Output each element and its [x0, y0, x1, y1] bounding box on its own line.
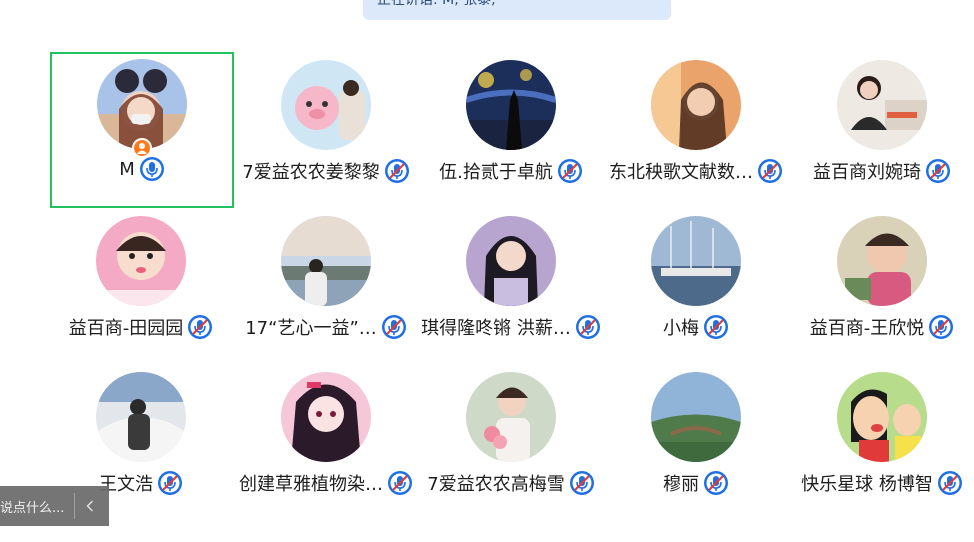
participant-name: 快乐星球 杨博智 — [801, 474, 933, 495]
chat-divider — [74, 493, 75, 519]
host-badge-icon — [132, 138, 152, 158]
participant-tile[interactable]: 7爱益农农姜黎黎 — [234, 54, 418, 210]
avatar — [96, 372, 186, 462]
participant-tile[interactable]: 小梅 — [604, 210, 788, 366]
avatar — [651, 372, 741, 462]
participant-tile[interactable]: 东北秧歌文献数… — [604, 54, 788, 210]
participant-tile[interactable]: 益百商-田园园 — [49, 210, 233, 366]
microphone-muted-icon[interactable] — [187, 314, 213, 340]
participant-tile[interactable]: 17“艺心一益”… — [234, 210, 418, 366]
avatar — [96, 216, 186, 306]
avatar — [837, 372, 927, 462]
participant-name: 7爱益农农高梅雪 — [427, 474, 565, 495]
chat-input[interactable]: 说点什么... — [0, 497, 72, 516]
microphone-muted-icon[interactable] — [757, 158, 783, 184]
avatar — [466, 216, 556, 306]
avatar — [837, 216, 927, 306]
participant-name: 琪得隆咚锵 洪薪… — [421, 318, 571, 339]
participant-name: 伍.拾贰于卓航 — [439, 162, 553, 183]
participant-tile[interactable]: 益百商-王欣悦 — [790, 210, 974, 366]
microphone-muted-icon[interactable] — [925, 158, 951, 184]
participant-tile[interactable]: 穆丽 — [604, 366, 788, 522]
microphone-muted-icon[interactable] — [937, 470, 963, 496]
participant-tile[interactable]: 伍.拾贰于卓航 — [419, 54, 603, 210]
participant-name: 益百商刘婉琦 — [813, 162, 921, 183]
microphone-muted-icon[interactable] — [157, 470, 183, 496]
avatar — [466, 60, 556, 150]
avatar — [651, 216, 741, 306]
microphone-muted-icon[interactable] — [703, 314, 729, 340]
microphone-muted-icon[interactable] — [703, 470, 729, 496]
avatar — [651, 60, 741, 150]
microphone-muted-icon[interactable] — [575, 314, 601, 340]
participant-name: 东北秧歌文献数… — [609, 162, 753, 183]
microphone-muted-icon[interactable] — [928, 314, 954, 340]
microphone-muted-icon[interactable] — [384, 158, 410, 184]
participant-tile[interactable]: 益百商刘婉琦 — [790, 54, 974, 210]
participant-tile[interactable]: 琪得隆咚锵 洪薪… — [419, 210, 603, 366]
speaking-text: 正在讲话: M, 张黎, — [377, 0, 496, 8]
avatar — [97, 59, 187, 149]
participant-name: 17“艺心一益”… — [245, 318, 377, 339]
avatar — [281, 60, 371, 150]
microphone-muted-icon[interactable] — [381, 314, 407, 340]
avatar — [837, 60, 927, 150]
avatar — [281, 372, 371, 462]
participant-name: 7爱益农农姜黎黎 — [242, 162, 380, 183]
participant-tile[interactable]: 创建草雅植物染… — [234, 366, 418, 522]
participant-tile[interactable]: 快乐星球 杨博智 — [790, 366, 974, 522]
participant-name: 益百商-王欣悦 — [809, 318, 925, 339]
participant-name: 创建草雅植物染… — [239, 474, 383, 495]
participant-name: 穆丽 — [663, 474, 699, 495]
participant-tile[interactable]: 7爱益农农高梅雪 — [419, 366, 603, 522]
microphone-muted-icon[interactable] — [387, 470, 413, 496]
microphone-muted-icon[interactable] — [557, 158, 583, 184]
participant-tile[interactable]: M — [50, 52, 234, 208]
avatar — [466, 372, 556, 462]
participant-name: 益百商-田园园 — [68, 318, 184, 339]
chevron-left-icon[interactable] — [81, 494, 99, 518]
participant-name: M — [119, 158, 135, 180]
participant-name: 小梅 — [663, 318, 699, 339]
microphone-muted-icon[interactable] — [569, 470, 595, 496]
avatar — [281, 216, 371, 306]
microphone-icon[interactable] — [139, 156, 165, 182]
meeting-gallery: 正在讲话: M, 张黎, M 7爱益农农姜黎黎 伍.拾贰于卓航 东北秧歌文献数…… — [0, 0, 974, 542]
speaking-indicator: 正在讲话: M, 张黎, — [363, 0, 671, 20]
chat-bar: 说点什么... — [0, 486, 109, 526]
